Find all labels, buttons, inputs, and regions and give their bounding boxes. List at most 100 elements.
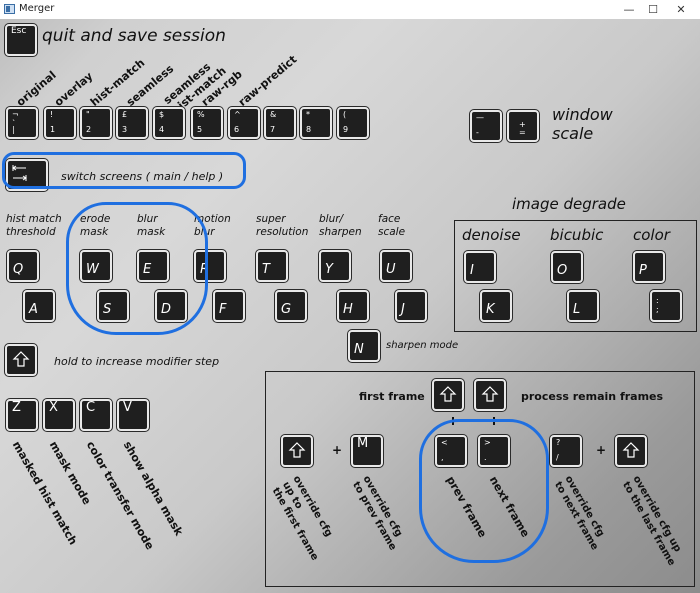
- col-label-5: blur/ sharpen: [319, 213, 362, 238]
- p-key-label: P: [639, 263, 647, 278]
- key-label: Z: [12, 400, 21, 415]
- i-key[interactable]: I: [464, 251, 496, 283]
- annotation-mask-highlight: [66, 202, 208, 335]
- key-q[interactable]: Q: [7, 250, 39, 282]
- key-j[interactable]: J: [395, 290, 427, 322]
- key-y[interactable]: Y: [319, 250, 351, 282]
- number-key-6[interactable]: ^ 6: [228, 107, 260, 139]
- key-a[interactable]: A: [23, 290, 55, 322]
- l-key-label: L: [573, 302, 581, 317]
- slash-key-top: ?: [556, 438, 561, 447]
- col-label-0: hist match threshold: [6, 213, 62, 238]
- help-screen: Esc quit and save session original overla…: [0, 19, 700, 593]
- bottom-key-label-0: masked hist match: [9, 439, 80, 548]
- key-v[interactable]: V: [117, 399, 149, 431]
- n-key[interactable]: N: [348, 330, 380, 362]
- key-label: F: [219, 302, 227, 317]
- number-key-4[interactable]: $4: [153, 107, 185, 139]
- shift-arrow-icon: [439, 386, 457, 402]
- mode-label-1: overlay: [52, 69, 96, 109]
- last-frame-shift-key[interactable]: [474, 379, 506, 411]
- app-icon: [4, 4, 15, 14]
- o-key-label: O: [557, 263, 568, 278]
- first-frame-shift-key[interactable]: [432, 379, 464, 411]
- plus-key-bottom: =: [519, 128, 526, 137]
- close-button[interactable]: ✕: [668, 0, 694, 19]
- shift-first-key[interactable]: [281, 435, 313, 467]
- process-remain-label: process remain frames: [521, 390, 664, 403]
- maximize-button[interactable]: ☐: [640, 0, 666, 19]
- slash-key[interactable]: ? /: [550, 435, 582, 467]
- slash-key-bottom: /: [556, 453, 559, 462]
- number-key-0[interactable]: ¬ ` |: [6, 107, 38, 139]
- key-h[interactable]: H: [337, 290, 369, 322]
- number-key-top: &: [270, 110, 277, 119]
- esc-key[interactable]: Esc: [5, 24, 37, 56]
- m-key-label: M: [357, 436, 369, 451]
- key-label: V: [123, 400, 132, 415]
- number-key-bottom: 1: [50, 125, 56, 134]
- window-title: Merger: [19, 3, 55, 14]
- merger-window: Merger — ☐ ✕ Esc quit and save session o…: [0, 0, 700, 593]
- key-u[interactable]: U: [380, 250, 412, 282]
- number-key-top: (: [343, 110, 347, 119]
- key-label: G: [281, 302, 292, 317]
- plus-key[interactable]: + =: [507, 110, 539, 142]
- window-scale-label: window scale: [552, 105, 613, 143]
- key-t[interactable]: T: [256, 250, 288, 282]
- number-key-top: !: [50, 110, 54, 119]
- number-key-8[interactable]: * 8: [300, 107, 332, 139]
- minus-key-top: —: [476, 113, 484, 122]
- key-label: U: [386, 262, 396, 277]
- o-key[interactable]: O: [551, 251, 583, 283]
- first-frame-label: first frame: [359, 390, 425, 403]
- number-key-2[interactable]: " 2: [80, 107, 112, 139]
- shift-last-key[interactable]: [615, 435, 647, 467]
- minimize-button[interactable]: —: [616, 0, 642, 19]
- number-key-3[interactable]: £3: [116, 107, 148, 139]
- key-label: Y: [325, 262, 333, 277]
- mode-label-6: raw-predict: [236, 52, 300, 109]
- i-key-label: I: [470, 263, 474, 278]
- shift-key[interactable]: [5, 344, 37, 376]
- key-label: A: [29, 302, 38, 317]
- number-key-bottom: 5: [197, 125, 203, 134]
- semicolon-key[interactable]: : ;: [650, 290, 682, 322]
- number-key-bottom: 7: [270, 125, 276, 134]
- k-key[interactable]: K: [480, 290, 512, 322]
- col-label-4: super resolution: [256, 213, 309, 238]
- minus-key-bottom: -: [476, 128, 479, 137]
- title-bar: Merger — ☐ ✕: [0, 0, 700, 19]
- l-key[interactable]: L: [567, 290, 599, 322]
- shift-arrow-icon: [12, 351, 30, 367]
- key-g[interactable]: G: [275, 290, 307, 322]
- number-key-5[interactable]: % 5: [191, 107, 223, 139]
- key-label: X: [49, 400, 58, 415]
- color-label: color: [633, 226, 670, 244]
- key-x[interactable]: X: [43, 399, 75, 431]
- number-key-top: $: [159, 110, 165, 119]
- number-key-bottom: |: [12, 125, 15, 134]
- number-key-1[interactable]: ! 1: [44, 107, 76, 139]
- number-key-9[interactable]: (9: [337, 107, 369, 139]
- p-key[interactable]: P: [633, 251, 665, 283]
- plus-sign-left: +: [332, 443, 343, 457]
- key-label: J: [401, 302, 405, 317]
- m-key[interactable]: M: [351, 435, 383, 467]
- key-f[interactable]: F: [213, 290, 245, 322]
- image-degrade-title: image degrade: [512, 195, 626, 213]
- key-label: T: [262, 262, 270, 277]
- key-z[interactable]: Z: [6, 399, 38, 431]
- shift-arrow-icon: [288, 442, 306, 458]
- number-key-top: £: [122, 110, 128, 119]
- number-key-top: ^: [234, 110, 241, 119]
- bicubic-label: bicubic: [550, 226, 604, 244]
- n-key-label: N: [354, 342, 364, 357]
- number-key-7[interactable]: & 7: [264, 107, 296, 139]
- semicolon-key-label: : ;: [656, 296, 659, 314]
- key-c[interactable]: C: [80, 399, 112, 431]
- shift-arrow-icon: [622, 442, 640, 458]
- minus-key[interactable]: — -: [470, 110, 502, 142]
- plus-sign-right: +: [596, 443, 607, 457]
- col-label-6: face scale: [378, 213, 406, 238]
